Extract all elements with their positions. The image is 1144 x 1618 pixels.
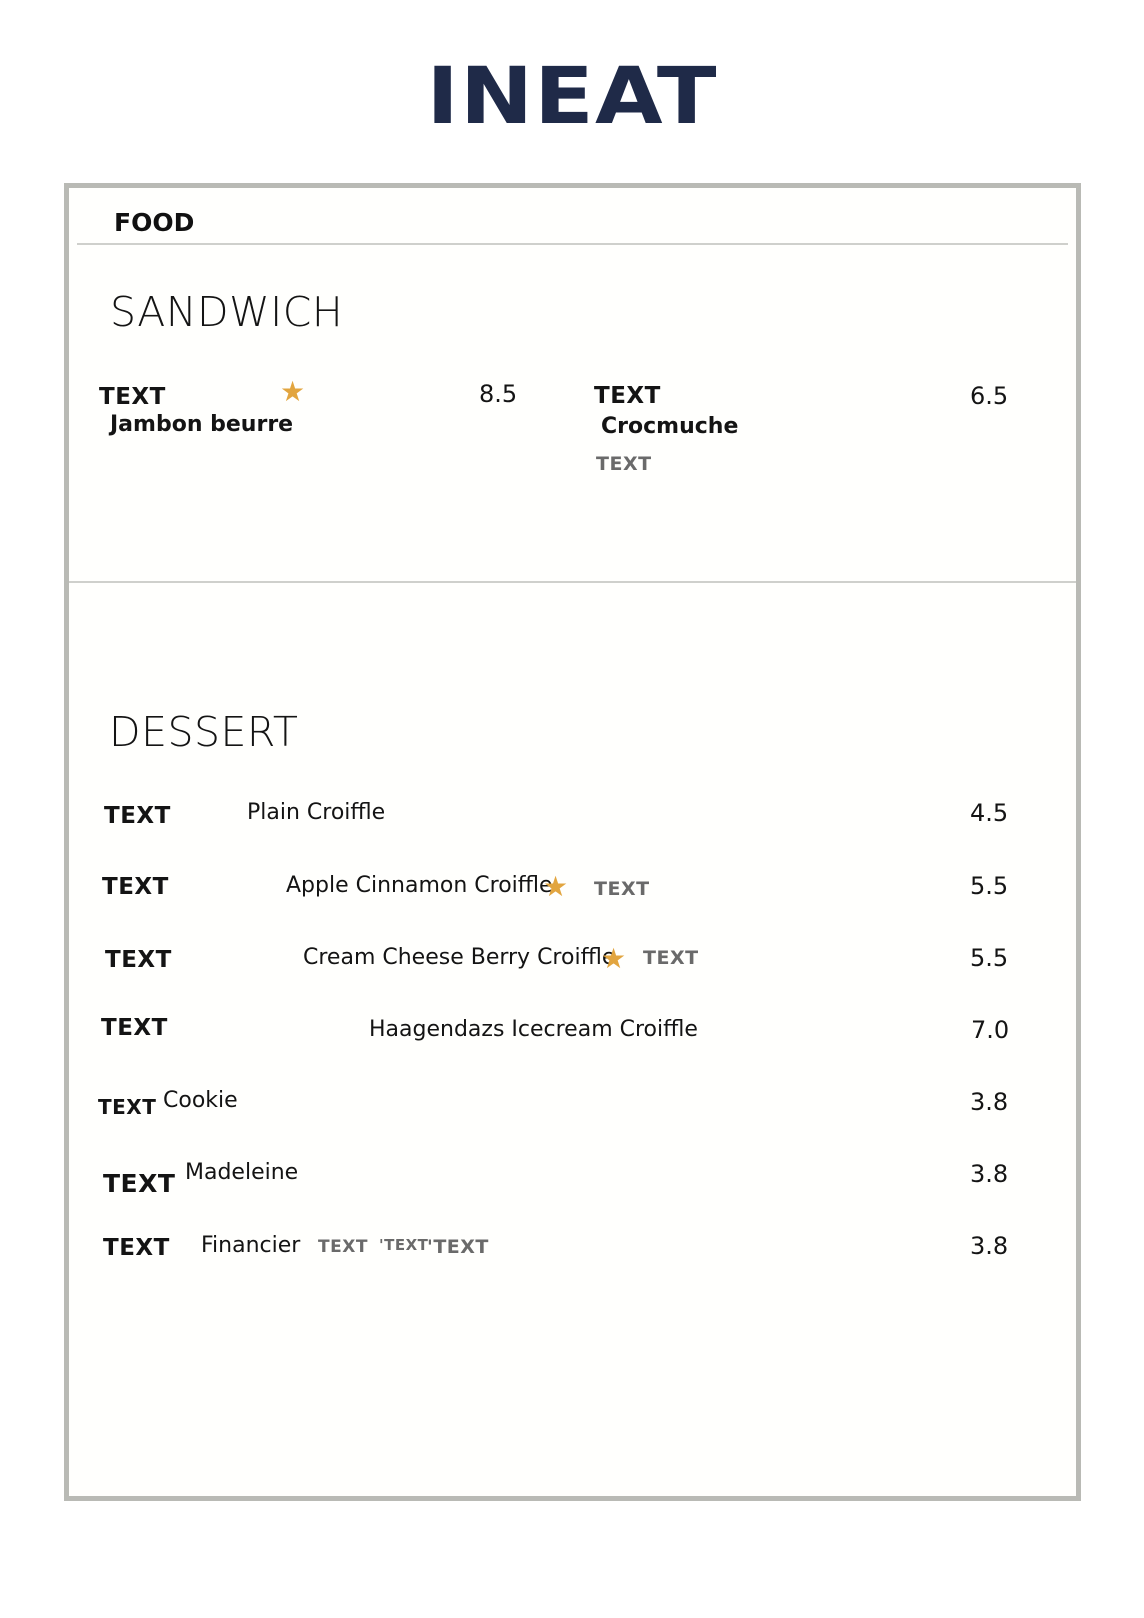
dessert-item-price: 5.5 (970, 944, 1009, 972)
dessert-item-tag: TEXT (103, 1169, 176, 1198)
dessert-section-title: DESSERT (109, 708, 299, 756)
sandwich-item-price: 6.5 (970, 382, 1009, 410)
brand-logo: INEAT (426, 52, 718, 142)
star-icon: ★ (601, 943, 627, 974)
dessert-item-name[interactable]: Financier (201, 1233, 300, 1258)
sandwich-item-name[interactable]: Jambon beurre (110, 412, 293, 437)
dessert-item-price: 7.0 (971, 1016, 1010, 1044)
dessert-item-name[interactable]: Cookie (163, 1088, 238, 1113)
dessert-item-note: 'TEXT (427, 1236, 489, 1258)
dessert-item-name[interactable]: Madeleine (185, 1160, 298, 1185)
dessert-item-price: 3.8 (970, 1088, 1009, 1116)
dessert-item-note: TEXT (594, 878, 650, 900)
star-icon: ★ (543, 871, 569, 902)
sandwich-item-tag: TEXT (99, 384, 166, 410)
dessert-item-note: 'TEXT (379, 1236, 429, 1254)
header-divider (77, 243, 1068, 245)
sandwich-item-name[interactable]: Crocmuche (601, 414, 738, 439)
dessert-item-name[interactable]: Cream Cheese Berry Croiffle (303, 945, 615, 970)
dessert-item-tag: TEXT (102, 874, 169, 900)
sandwich-item-note: TEXT (596, 453, 652, 475)
dessert-item-tag: TEXT (101, 1015, 168, 1041)
dessert-item-name[interactable]: Haagendazs Icecream Croiffle (369, 1017, 698, 1042)
dessert-item-tag: TEXT (104, 803, 171, 829)
star-icon: ★ (280, 376, 306, 407)
dessert-item-name[interactable]: Apple Cinnamon Croiffle (286, 873, 553, 898)
dessert-item-name[interactable]: Plain Croiffle (247, 800, 385, 825)
dessert-item-tag: TEXT (98, 1095, 157, 1119)
dessert-item-tag: TEXT (103, 1235, 170, 1261)
menu-panel: FOOD SANDWICH TEXT ★ 8.5 Jambon beurre T… (64, 183, 1081, 1501)
dessert-item-tag: TEXT (105, 947, 172, 973)
dessert-item-price: 3.8 (970, 1232, 1009, 1260)
food-tab[interactable]: FOOD (114, 208, 194, 237)
dessert-item-price: 4.5 (970, 799, 1009, 827)
sandwich-section-title: SANDWICH (110, 288, 344, 336)
dessert-item-note: TEXT (643, 947, 699, 969)
dessert-item-note: TEXT (318, 1237, 368, 1257)
dessert-item-price: 3.8 (970, 1160, 1009, 1188)
sandwich-item-price: 8.5 (479, 380, 518, 408)
sandwich-item-tag: TEXT (594, 383, 661, 409)
section-divider (69, 581, 1076, 583)
dessert-item-price: 5.5 (970, 872, 1009, 900)
